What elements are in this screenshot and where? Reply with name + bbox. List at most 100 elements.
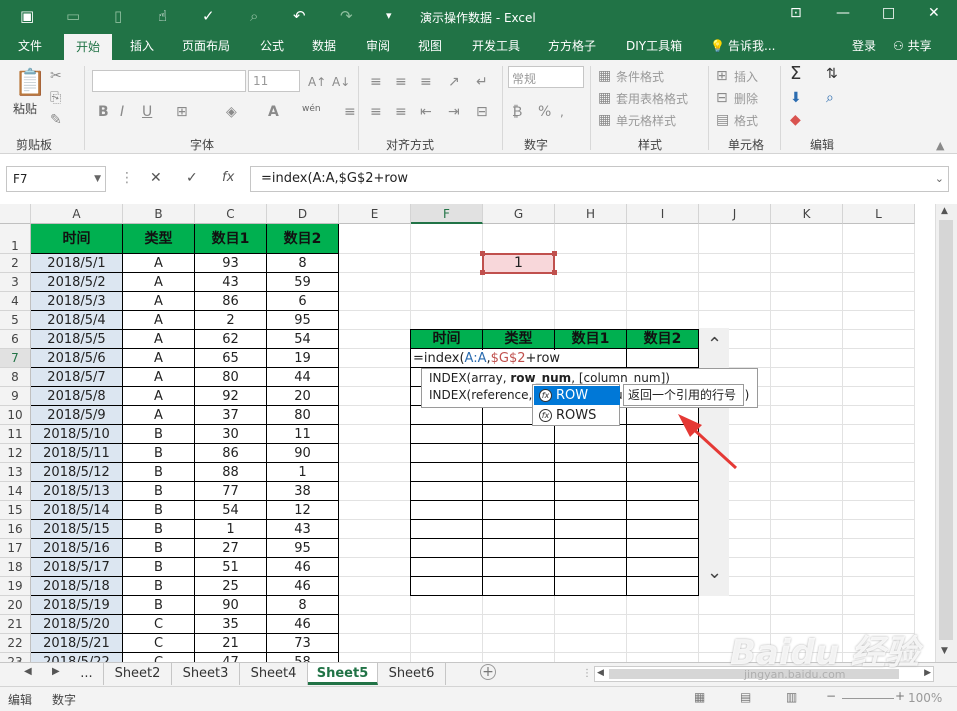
share-button[interactable]: ⚇ 共享 <box>893 34 932 60</box>
table-cell[interactable]: 2018/5/13 <box>31 482 123 501</box>
align-middle-icon[interactable]: ≡ <box>395 74 407 90</box>
cell[interactable] <box>843 482 915 501</box>
cell[interactable] <box>771 577 843 596</box>
tab-sheet2[interactable]: Sheet2 <box>104 663 172 685</box>
cell[interactable] <box>627 311 699 330</box>
table-cell[interactable]: 2018/5/19 <box>31 596 123 615</box>
normal-view-icon[interactable]: ▦ <box>694 690 705 704</box>
formula-input[interactable]: =index(A:A,$G$2+row ⌄ <box>250 166 949 192</box>
format-cells-icon[interactable]: ▤ <box>716 112 729 128</box>
result-cell[interactable] <box>555 482 627 501</box>
next-sheet-icon[interactable]: ▶ <box>52 666 60 677</box>
row-header-18[interactable]: 18 <box>0 558 31 577</box>
table-cell[interactable]: A <box>123 330 195 349</box>
column-header-c[interactable]: C <box>195 204 267 224</box>
table-cell[interactable]: 2018/5/21 <box>31 634 123 653</box>
result-cell[interactable] <box>627 463 699 482</box>
scroll-thumb[interactable] <box>939 220 953 640</box>
redo-icon[interactable]: ↷ <box>340 6 353 26</box>
font-name-box[interactable] <box>92 70 246 92</box>
table-cell[interactable]: 2018/5/20 <box>31 615 123 634</box>
column-header-d[interactable]: D <box>267 204 339 224</box>
tab-fangfang[interactable]: 方方格子 <box>548 34 596 60</box>
cell[interactable] <box>843 520 915 539</box>
table-cell[interactable]: 38 <box>267 482 339 501</box>
row-header-7[interactable]: 7 <box>0 349 31 368</box>
conditional-format-button[interactable]: 条件格式 <box>616 68 664 85</box>
table-cell[interactable]: 6 <box>267 292 339 311</box>
table-cell[interactable]: 95 <box>267 311 339 330</box>
save-icon[interactable]: ▣ <box>20 6 34 26</box>
row-header-19[interactable]: 19 <box>0 577 31 596</box>
wrap-text-icon[interactable]: ↵ <box>476 74 488 90</box>
paste-icon[interactable]: 📋 <box>14 68 46 98</box>
cell[interactable] <box>339 482 411 501</box>
cell[interactable] <box>411 224 483 254</box>
table-cell[interactable]: 46 <box>267 577 339 596</box>
tab-review[interactable]: 审阅 <box>366 34 390 60</box>
cell[interactable] <box>843 224 915 254</box>
tell-me-search[interactable]: 告诉我... <box>728 34 775 60</box>
cell[interactable] <box>771 349 843 368</box>
table-cell[interactable]: A <box>123 349 195 368</box>
result-cell[interactable] <box>627 406 699 425</box>
cell[interactable] <box>555 615 627 634</box>
result-cell[interactable] <box>411 463 483 482</box>
result-cell[interactable] <box>411 501 483 520</box>
fill-icon[interactable]: ⬇ <box>790 90 802 106</box>
login-link[interactable]: 登录 <box>852 34 876 60</box>
result-cell[interactable] <box>627 482 699 501</box>
row-header-4[interactable]: 4 <box>0 292 31 311</box>
column-header-g[interactable]: G <box>483 204 555 224</box>
worksheet-grid[interactable]: A B C D E F G H I J K L 1 2 3 4 5 6 7 8 9 10 11 12 13 14 15 16 17 18 1… <box>0 204 935 662</box>
horizontal-scrollbar[interactable]: ◀ ▶ <box>594 666 934 682</box>
cell[interactable] <box>627 292 699 311</box>
maximize-icon[interactable]: □ <box>882 5 895 21</box>
table-cell[interactable]: 8 <box>267 596 339 615</box>
cell[interactable] <box>339 596 411 615</box>
cell[interactable] <box>771 482 843 501</box>
cell[interactable] <box>771 387 843 406</box>
table-cell[interactable]: B <box>123 539 195 558</box>
row-header-14[interactable]: 14 <box>0 482 31 501</box>
tab-sheet3[interactable]: Sheet3 <box>172 663 240 685</box>
cell[interactable] <box>483 292 555 311</box>
cell[interactable] <box>339 425 411 444</box>
table-cell[interactable]: 8 <box>267 254 339 273</box>
cell[interactable] <box>843 558 915 577</box>
result-cell[interactable] <box>555 539 627 558</box>
cell[interactable] <box>843 273 915 292</box>
italic-icon[interactable]: I <box>120 104 124 120</box>
tooltip-line-1[interactable]: INDEX(array, row_num, [column_num]) <box>429 371 670 385</box>
column-header-b[interactable]: B <box>123 204 195 224</box>
table-cell[interactable]: B <box>123 463 195 482</box>
cell[interactable] <box>339 254 411 273</box>
column-header-j[interactable]: J <box>699 204 771 224</box>
table-cell[interactable]: 2 <box>195 311 267 330</box>
table-cell[interactable]: 2018/5/17 <box>31 558 123 577</box>
cell[interactable] <box>771 224 843 254</box>
table-cell[interactable]: 25 <box>195 577 267 596</box>
table-cell[interactable]: A <box>123 406 195 425</box>
table-cell[interactable]: B <box>123 596 195 615</box>
table-cell[interactable]: 1 <box>267 463 339 482</box>
tab-home[interactable]: 开始 <box>64 34 113 60</box>
underline-icon[interactable]: U <box>142 104 152 120</box>
table-cell[interactable]: 2018/5/6 <box>31 349 123 368</box>
h-scroll-thumb[interactable] <box>609 669 899 679</box>
cell[interactable] <box>483 311 555 330</box>
result-cell[interactable] <box>483 482 555 501</box>
result-cell[interactable] <box>411 444 483 463</box>
row-header-17[interactable]: 17 <box>0 539 31 558</box>
table-cell[interactable]: 27 <box>195 539 267 558</box>
table-cell[interactable]: 59 <box>267 273 339 292</box>
cell[interactable] <box>699 254 771 273</box>
table-cell[interactable]: B <box>123 444 195 463</box>
table-format-icon[interactable]: ▦ <box>598 90 611 106</box>
row-header-8[interactable]: 8 <box>0 368 31 387</box>
table-cell[interactable]: B <box>123 425 195 444</box>
cell[interactable] <box>339 615 411 634</box>
result-cell[interactable] <box>627 577 699 596</box>
cell[interactable] <box>843 539 915 558</box>
table-cell[interactable]: B <box>123 520 195 539</box>
